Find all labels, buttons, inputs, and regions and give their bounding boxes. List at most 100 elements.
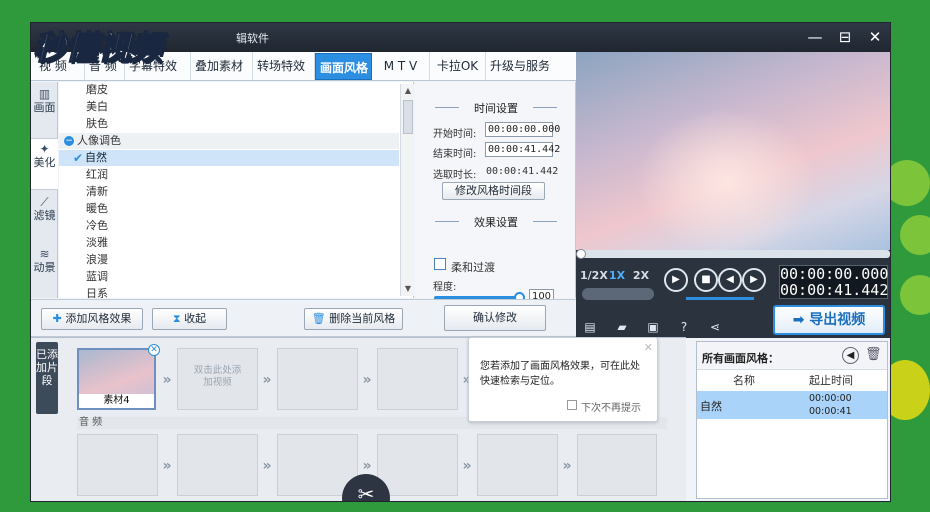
audio-slot[interactable]: [577, 434, 657, 496]
collapse-button[interactable]: ⧗ 收起: [152, 308, 227, 330]
share-icon[interactable]: ⋖: [707, 320, 723, 334]
transition-arrow-icon[interactable]: »: [459, 458, 475, 474]
add-video-hint: 双击此处添加视频: [193, 365, 242, 388]
scroll-down-icon[interactable]: ▼: [401, 282, 415, 296]
start-time-label: 开始时间:: [433, 129, 477, 140]
panel-title: 所有画面风格：: [702, 352, 779, 365]
clip-name: 素材4: [79, 394, 154, 408]
list-item-selected[interactable]: ✔ 自然: [59, 150, 399, 166]
seek-bar[interactable]: [576, 249, 890, 259]
export-video-button[interactable]: ➡ 导出视频: [773, 305, 885, 335]
confirm-modify-button[interactable]: 确认修改: [444, 305, 546, 331]
scroll-up-icon[interactable]: ▲: [401, 84, 415, 98]
list-item[interactable]: 淡雅: [59, 235, 399, 251]
list-item[interactable]: 暖色: [59, 201, 399, 217]
scrollbar-thumb[interactable]: [403, 100, 413, 134]
save-icon[interactable]: ▣: [645, 320, 661, 334]
transition-arrow-icon[interactable]: »: [159, 458, 175, 474]
panel-header: 所有画面风格： ◀ 🗑: [697, 342, 887, 370]
volume-slider[interactable]: [686, 297, 754, 300]
transition-arrow-icon[interactable]: »: [359, 458, 375, 474]
list-item[interactable]: 肤色: [59, 116, 399, 132]
transition-arrow-icon[interactable]: »: [559, 458, 575, 474]
list-item[interactable]: 红润: [59, 167, 399, 183]
tab-karaoke[interactable]: 卡拉OK: [430, 52, 486, 80]
add-style-effect-button[interactable]: ✚ 添加风格效果: [41, 308, 143, 330]
sidetab-picture[interactable]: ▥ 画面: [31, 84, 58, 136]
row-start: 00:00:00: [809, 393, 852, 404]
smooth-transition-checkbox[interactable]: [434, 258, 446, 270]
current-time: 00:00:00.000: [780, 265, 889, 283]
list-item[interactable]: 美白: [59, 99, 399, 115]
transition-arrow-icon[interactable]: »: [159, 372, 175, 388]
transition-arrow-icon[interactable]: »: [259, 372, 275, 388]
audio-slot[interactable]: [177, 434, 258, 496]
minimize-button[interactable]: —: [804, 26, 826, 48]
maximize-button[interactable]: ⊟: [834, 26, 856, 48]
seek-knob[interactable]: [576, 249, 586, 259]
end-time-input[interactable]: 00:00:41.442: [485, 142, 560, 157]
dont-show-again-label[interactable]: 下次不再提示: [581, 399, 641, 414]
speed-half-button[interactable]: 1/2X: [580, 269, 608, 283]
remove-clip-icon[interactable]: ✕: [148, 344, 160, 356]
stop-button[interactable]: ■: [694, 268, 718, 292]
sidetab-filter[interactable]: ⟋ 滤镜: [31, 192, 58, 244]
image-icon: ▥: [38, 87, 51, 101]
start-time-input[interactable]: 00:00:00.000: [485, 122, 560, 137]
audio-slot[interactable]: [477, 434, 558, 496]
tab-visual-style[interactable]: 画面风格: [315, 53, 372, 80]
style-settings-panel: 时间设置 开始时间: 00:00:00.000 结束时间: 00:00:41.4…: [415, 82, 576, 304]
transition-arrow-icon[interactable]: »: [359, 372, 375, 388]
tab-transition[interactable]: 转场特效: [253, 52, 315, 80]
list-item[interactable]: 磨皮: [59, 82, 399, 98]
prev-frame-button[interactable]: ◀: [718, 268, 742, 292]
delete-current-style-button[interactable]: 🗑 删除当前风格: [304, 308, 403, 330]
smooth-transition-label: 柔和过渡: [451, 261, 495, 274]
audio-slot[interactable]: [377, 434, 458, 496]
add-video-slot[interactable]: 双击此处添加视频: [177, 348, 258, 410]
modify-style-time-button[interactable]: 修改风格时间段: [442, 182, 545, 200]
scissors-icon: ✂: [357, 482, 375, 502]
video-slot[interactable]: [277, 348, 358, 410]
list-item[interactable]: 日系: [59, 286, 399, 298]
trash-icon[interactable]: 🗑: [865, 347, 882, 362]
wave-icon: ≋: [39, 247, 50, 261]
sidetab-beautify[interactable]: ✦ 美化: [31, 138, 58, 190]
style-list: 磨皮 美白 肤色 − 人像调色 ✔ 自然 红润 清新 暖色 冷色 淡雅 浪漫 蓝调 …: [59, 82, 414, 298]
speed-1x-button[interactable]: 1X: [606, 269, 628, 283]
video-preview: [576, 52, 890, 250]
table-row[interactable]: 自然 00:00:00 00:00:41: [697, 391, 887, 419]
degree-label: 程度:: [433, 282, 457, 293]
transition-arrow-icon[interactable]: »: [259, 458, 275, 474]
locate-icon[interactable]: ◀: [842, 347, 859, 364]
list-item[interactable]: 清新: [59, 184, 399, 200]
tooltip-close-icon[interactable]: ✕: [644, 341, 653, 354]
export-icon: ➡: [792, 312, 810, 328]
style-category-sidebar: ▥ 画面 ✦ 美化 ⟋ 滤镜 ≋ 动景: [31, 82, 58, 298]
help-icon[interactable]: ?: [676, 320, 692, 334]
new-project-icon[interactable]: ▤: [582, 320, 598, 334]
add-effect-icon: ✚: [52, 312, 66, 325]
tab-upgrade[interactable]: 升级与服务: [486, 52, 554, 80]
play-button[interactable]: ▶: [664, 268, 688, 292]
video-slot[interactable]: [377, 348, 458, 410]
list-item[interactable]: 冷色: [59, 218, 399, 234]
list-category[interactable]: − 人像调色: [59, 133, 399, 149]
open-folder-icon[interactable]: ▰: [614, 320, 630, 334]
jog-control[interactable]: [582, 288, 654, 300]
wand-icon: ⟋: [40, 195, 49, 209]
dont-show-again-checkbox[interactable]: [567, 400, 577, 410]
sidetab-animated-scene[interactable]: ≋ 动景: [31, 244, 58, 296]
list-item[interactable]: 浪漫: [59, 252, 399, 268]
app-window: 辑软件 — ⊟ ✕ 秒懂视频 视 频 音 频 字幕特效 叠加素材 转场特效 画面…: [30, 22, 891, 502]
audio-slot[interactable]: [77, 434, 158, 496]
tab-mtv[interactable]: M T V: [372, 52, 430, 80]
speed-2x-button[interactable]: 2X: [630, 269, 652, 283]
list-item[interactable]: 蓝调: [59, 269, 399, 285]
next-frame-button[interactable]: ▶: [742, 268, 766, 292]
end-time-label: 结束时间:: [433, 149, 477, 160]
list-scrollbar[interactable]: ▲ ▼: [400, 84, 414, 296]
close-button[interactable]: ✕: [864, 26, 886, 48]
style-action-bar: ✚ 添加风格效果 ⧗ 收起 🗑 删除当前风格 确认修改: [31, 299, 576, 337]
clip-thumbnail[interactable]: 素材4 ✕: [77, 344, 160, 410]
